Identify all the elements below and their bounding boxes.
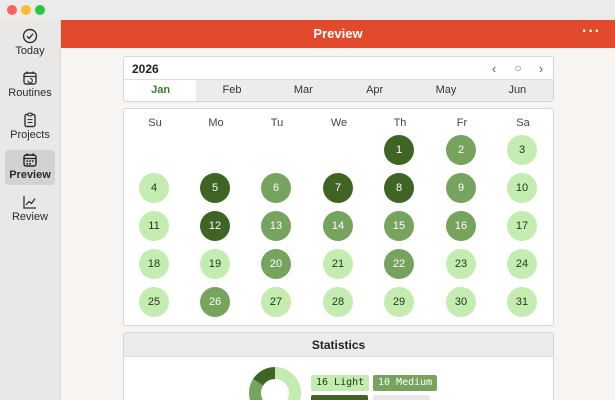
title-bar [0,0,615,20]
calendar-day[interactable]: 15 [384,211,414,241]
calendar-day[interactable]: 13 [261,211,291,241]
today-button[interactable]: ○ [511,61,525,75]
calendar-day[interactable]: 24 [507,249,537,279]
weekday-label: Th [393,117,407,129]
close-window-button[interactable] [7,5,17,15]
weekday-label: Mo [208,117,224,129]
sidebar-item-review[interactable]: Review [5,192,55,227]
calendar-grid-icon [23,153,37,167]
month-picker: 2026 ‹ ○ › Jan Feb Mar Apr May Jun [123,56,554,102]
calendar-day[interactable]: 3 [507,135,537,165]
calendar-day[interactable]: 17 [507,211,537,241]
sidebar-item-label: Today [15,45,45,57]
weekday-label: Su [148,117,162,129]
sidebar-item-label: Routines [8,87,52,99]
clipboard-icon [24,112,36,128]
weekday-label: Fr [456,117,468,129]
calendar-day[interactable]: 11 [139,211,169,241]
calendar-day[interactable]: 20 [261,249,291,279]
calendar-day[interactable]: 12 [200,211,230,241]
statistics-title: Statistics [124,333,553,357]
more-options-button[interactable]: ··· [582,23,601,41]
calendar-day[interactable]: 19 [200,249,230,279]
month-tab-mar[interactable]: Mar [268,80,339,101]
sidebar-item-routines[interactable]: Routines [5,68,55,103]
calendar-day[interactable]: 29 [384,287,414,317]
calendar-day[interactable]: 4 [139,173,169,203]
calendar-day[interactable]: 9 [446,173,476,203]
legend-none [373,395,430,400]
calendar-day[interactable]: 16 [446,211,476,241]
sidebar-item-projects[interactable]: Projects [5,110,55,145]
legend-light: 16 Light [311,375,370,391]
calendar-day[interactable]: 23 [446,249,476,279]
page-title: Preview [313,26,363,41]
app-window: Today Routines Projects Preview Review P… [0,0,615,400]
calendar-day[interactable]: 22 [384,249,414,279]
calendar-day[interactable]: 28 [323,287,353,317]
zoom-window-button[interactable] [35,5,45,15]
month-tab-jun[interactable]: Jun [482,80,553,101]
calendar-repeat-icon [23,71,37,85]
sidebar-item-today[interactable]: Today [5,26,55,61]
legend-medium: 10 Medium [373,375,438,391]
weekday-label: Tu [270,117,284,129]
month-tab-feb[interactable]: Feb [196,80,267,101]
calendar-day[interactable]: 26 [200,287,230,317]
calendar-day[interactable]: 27 [261,287,291,317]
calendar-day[interactable]: 30 [446,287,476,317]
sidebar-item-preview[interactable]: Preview [5,150,55,185]
calendar-day[interactable]: 21 [323,249,353,279]
weekday-label: Sa [516,117,530,129]
month-tabs: Jan Feb Mar Apr May Jun [125,79,553,101]
sidebar-item-label: Review [11,211,49,223]
month-tab-may[interactable]: May [410,80,481,101]
month-tab-jan[interactable]: Jan [125,80,197,101]
year-label: 2026 [132,62,159,76]
calendar-day[interactable]: 18 [139,249,169,279]
calendar-day[interactable]: 5 [200,173,230,203]
calendar-day[interactable]: 31 [507,287,537,317]
statistics-donut-chart [249,367,301,400]
calendar-day[interactable]: 25 [139,287,169,317]
calendar-day[interactable]: 6 [261,173,291,203]
sidebar: Today Routines Projects Preview Review [0,20,61,400]
previous-button[interactable]: ‹ [487,61,501,76]
calendar-grid: Su Mo Tu We Th Fr Sa 1 2 3 4 5 6 7 8 9 10 11 12 13 14 15 16 17 1… [123,108,554,326]
check-circle-icon [22,28,38,44]
statistics-panel: Statistics 16 Light 10 Medium [123,332,554,400]
calendar-day[interactable]: 8 [384,173,414,203]
month-tab-apr[interactable]: Apr [339,80,410,101]
calendar-day[interactable]: 2 [446,135,476,165]
header-bar: Preview ··· [61,20,615,48]
sidebar-item-label: Preview [9,169,51,181]
next-button[interactable]: › [534,61,548,76]
minimize-window-button[interactable] [21,5,31,15]
weekday-label: We [330,117,348,129]
calendar-day[interactable]: 14 [323,211,353,241]
legend-heavy [311,395,368,400]
line-chart-icon [23,196,36,209]
calendar-day[interactable]: 10 [507,173,537,203]
sidebar-item-label: Projects [10,129,50,141]
calendar-day[interactable]: 7 [323,173,353,203]
calendar-day[interactable]: 1 [384,135,414,165]
